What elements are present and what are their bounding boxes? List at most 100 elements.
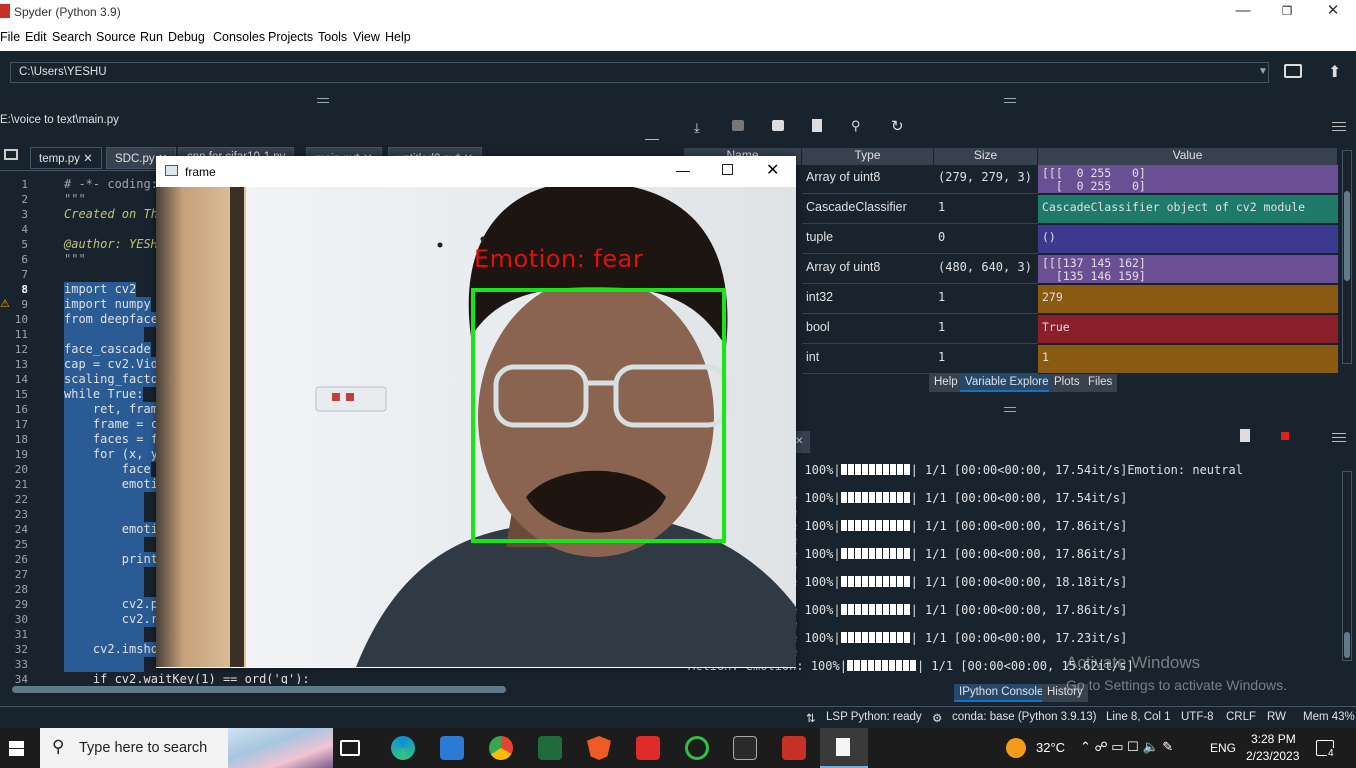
vertical-scrollbar[interactable] (1342, 471, 1352, 661)
maximize-icon[interactable] (722, 164, 733, 175)
code-line[interactable]: # -*- coding: (64, 177, 158, 192)
menu-item[interactable]: Projects (268, 30, 313, 44)
variable-row[interactable]: int32 1 279 (802, 285, 1338, 315)
frame-window[interactable]: frame — ✕ Emotion: fear (156, 156, 796, 668)
remove-all-icon[interactable] (812, 119, 822, 132)
scrollbar-thumb[interactable] (1344, 632, 1350, 658)
variable-row[interactable]: bool 1 True (802, 315, 1338, 345)
code-line[interactable] (64, 657, 144, 672)
clock-date[interactable]: 2/23/2023 (1246, 749, 1299, 763)
code-line[interactable]: faces = f (64, 432, 158, 447)
tab-help[interactable]: Help (929, 374, 963, 392)
tab-close-icon[interactable]: ✕ (83, 153, 93, 165)
code-line[interactable]: if cv2.waitKey(1) == ord('q'): (64, 672, 310, 684)
menu-item[interactable]: View (353, 30, 380, 44)
code-line[interactable]: cv2.r (64, 612, 158, 627)
code-line[interactable]: emoti (64, 522, 158, 537)
code-line[interactable]: scaling_facto (64, 372, 158, 387)
search-icon[interactable]: ⚲ (851, 118, 861, 134)
code-line[interactable]: from deepface (64, 312, 158, 327)
trash-icon[interactable] (1240, 429, 1250, 442)
restore-icon[interactable]: ❐ (1264, 0, 1310, 24)
chrome-icon[interactable] (489, 736, 513, 760)
menu-item[interactable]: Edit (25, 30, 47, 44)
menu-item[interactable]: Search (52, 30, 92, 44)
env-status[interactable]: conda: base (Python 3.9.13) (952, 711, 1097, 723)
horizontal-scrollbar[interactable] (0, 684, 674, 696)
code-line[interactable]: import numpy (64, 297, 151, 312)
taskbar-active-app[interactable] (820, 728, 868, 768)
variable-row[interactable]: CascadeClassifier 1 CascadeClassifier obje… (802, 195, 1338, 225)
code-line[interactable] (64, 327, 144, 342)
pane-grip[interactable] (1004, 407, 1016, 412)
tab-variable-explorer[interactable]: Variable Explorer (960, 374, 1058, 392)
app-ring-icon[interactable] (685, 736, 709, 760)
code-line[interactable] (64, 627, 144, 642)
menu-item[interactable]: Help (385, 30, 411, 44)
minimize-icon[interactable]: — (676, 162, 690, 178)
save-data-icon[interactable] (732, 120, 744, 131)
save-as-icon[interactable] (772, 120, 784, 131)
weather-temp[interactable]: 32°C (1036, 740, 1065, 755)
pane-menu-icon[interactable] (1332, 433, 1346, 434)
lsp-status[interactable]: LSP Python: ready (826, 711, 922, 723)
warning-icon[interactable]: ⚠ (0, 297, 10, 310)
code-line[interactable]: import cv2 (64, 282, 137, 297)
minimize-icon[interactable]: — (1220, 0, 1266, 24)
code-line[interactable]: frame = c (64, 417, 158, 432)
pane-menu-icon[interactable] (645, 139, 659, 140)
menu-item[interactable]: Source (96, 30, 136, 44)
code-line[interactable]: cv2.imsho (64, 642, 158, 657)
stop-icon[interactable] (1281, 432, 1289, 440)
column-header-type[interactable]: Type (802, 148, 934, 165)
menu-item[interactable]: Run (140, 30, 163, 44)
variable-row[interactable]: Array of uint8 (279, 279, 3)[[[ 0 255 0] … (802, 165, 1338, 195)
vertical-scrollbar[interactable] (1342, 150, 1352, 364)
code-line[interactable] (64, 507, 144, 522)
code-line[interactable]: for (x, y (64, 447, 158, 462)
close-icon[interactable]: ✕ (1310, 0, 1356, 24)
code-line[interactable]: cap = cv2.Vid (64, 357, 158, 372)
code-line[interactable]: face (64, 462, 151, 477)
chart-app-icon[interactable] (538, 736, 562, 760)
brave-icon[interactable] (587, 736, 611, 760)
code-line[interactable]: """ (64, 192, 86, 207)
column-header-size[interactable]: Size (934, 148, 1038, 165)
frame-title-bar[interactable]: frame — ✕ (156, 156, 796, 187)
scrollbar-thumb[interactable] (1344, 191, 1350, 281)
code-line[interactable]: emoti (64, 477, 158, 492)
variable-row[interactable]: int 1 1 (802, 345, 1338, 375)
scrollbar-thumb[interactable] (12, 686, 506, 693)
variable-row[interactable]: Array of uint8 (480, 640, 3) [[[137 145 16… (802, 255, 1338, 285)
import-data-icon[interactable]: ⤓ (694, 120, 700, 136)
menu-item[interactable]: File (0, 30, 20, 44)
menu-item[interactable]: Consoles (213, 30, 265, 44)
language-indicator[interactable]: ENG (1210, 741, 1236, 755)
code-line[interactable]: cv2.p (64, 597, 158, 612)
browse-tabs-icon[interactable] (4, 149, 18, 160)
code-line[interactable]: ret, fram (64, 402, 158, 417)
task-view-icon[interactable] (340, 740, 360, 756)
column-header-value[interactable]: Value (1038, 148, 1338, 165)
wps-icon[interactable] (636, 736, 660, 760)
pane-grip[interactable] (317, 98, 329, 103)
edge-icon[interactable] (391, 736, 415, 760)
clock-time[interactable]: 3:28 PM (1251, 732, 1296, 746)
windows-start-icon[interactable] (9, 741, 24, 756)
code-line[interactable]: """ (64, 252, 86, 267)
code-line[interactable] (64, 537, 144, 552)
pane-grip[interactable] (1004, 98, 1016, 103)
weather-icon[interactable] (1006, 738, 1026, 758)
close-icon[interactable]: ✕ (766, 160, 779, 180)
code-line[interactable]: Created on Th (64, 207, 158, 222)
tab-ipython-console[interactable]: IPython Console (954, 684, 1049, 702)
chevron-down-icon[interactable]: ▼ (1258, 66, 1268, 77)
menu-item[interactable]: Debug (168, 30, 205, 44)
code-line[interactable] (64, 492, 144, 507)
folder-icon[interactable] (1284, 64, 1302, 78)
terminal-icon[interactable] (733, 736, 757, 760)
pane-menu-icon[interactable] (1332, 122, 1346, 123)
variable-row[interactable]: tuple 0() (802, 225, 1338, 255)
tab-temp-py[interactable]: temp.py ✕ (30, 147, 102, 169)
spyder-taskbar-icon[interactable] (782, 736, 806, 760)
